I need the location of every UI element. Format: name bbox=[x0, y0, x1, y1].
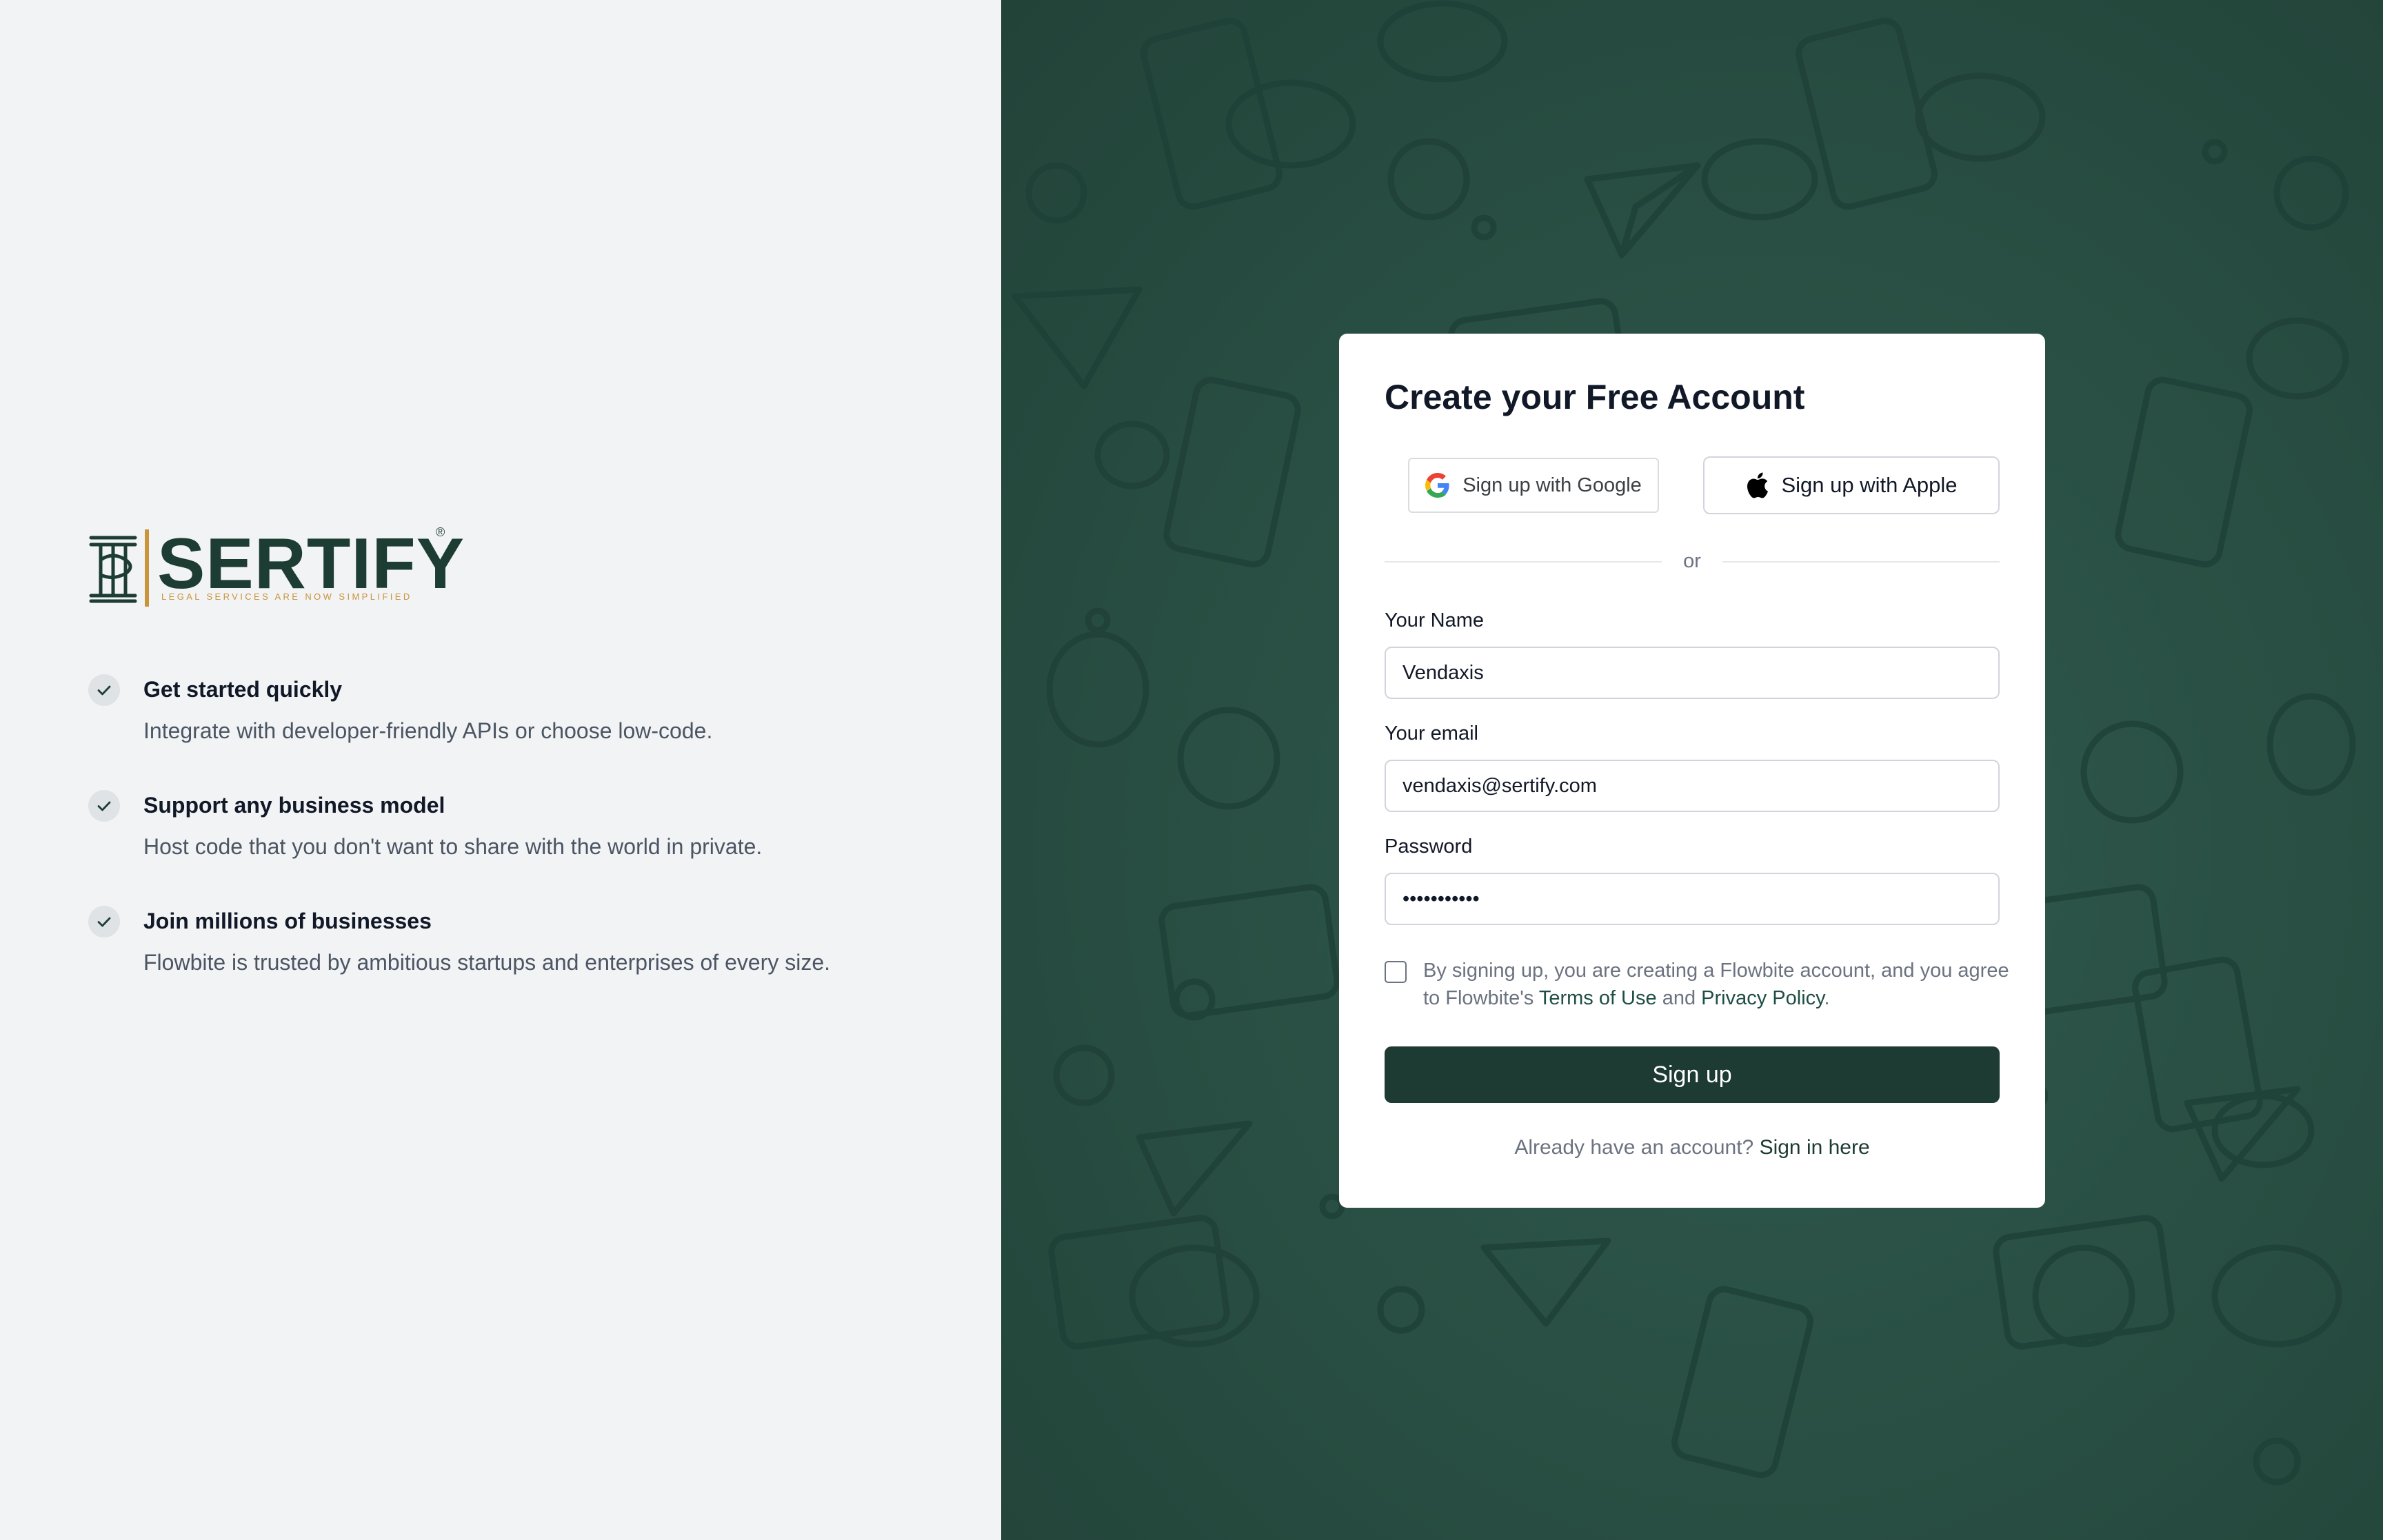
email-input[interactable] bbox=[1385, 760, 2000, 812]
feature-description: Host code that you don't want to share w… bbox=[143, 834, 763, 859]
apple-signup-button[interactable]: Sign up with Apple bbox=[1703, 456, 2000, 514]
terms-suffix: . bbox=[1824, 987, 1830, 1009]
feature-title: Get started quickly bbox=[143, 677, 343, 702]
logo-divider bbox=[145, 529, 149, 607]
feature-title: Join millions of businesses bbox=[143, 909, 432, 933]
apple-icon bbox=[1747, 472, 1769, 498]
email-label: Your email bbox=[1385, 722, 1478, 744]
signin-prompt: Already have an account? bbox=[1514, 1136, 1754, 1159]
signin-prompt-line: Already have an account? Sign in here bbox=[1339, 1135, 2045, 1161]
terms-and: and bbox=[1662, 987, 1696, 1009]
feature-title: Support any business model bbox=[143, 793, 445, 818]
signin-link[interactable]: Sign in here bbox=[1760, 1136, 1870, 1159]
google-signup-button[interactable]: Sign up with Google bbox=[1408, 458, 1659, 513]
signup-card: Create your Free Account Sign up with Go… bbox=[1339, 334, 2045, 1208]
password-input[interactable] bbox=[1385, 873, 2000, 925]
registered-mark: ® bbox=[436, 525, 445, 539]
signup-button[interactable]: Sign up bbox=[1385, 1046, 2000, 1103]
signup-page: SERTIFY ® LEGAL SERVICES ARE NOW SIMPLIF… bbox=[0, 0, 2383, 1540]
terms-checkbox[interactable] bbox=[1385, 961, 1407, 983]
apple-button-label: Sign up with Apple bbox=[1781, 473, 1958, 497]
pillar-logo-icon bbox=[89, 536, 137, 603]
terms-of-use-link[interactable]: Terms of Use bbox=[1539, 987, 1657, 1009]
form-title: Create your Free Account bbox=[1385, 378, 1805, 416]
privacy-policy-link[interactable]: Privacy Policy bbox=[1701, 987, 1824, 1009]
feature-description: Flowbite is trusted by ambitious startup… bbox=[143, 950, 830, 975]
check-icon bbox=[88, 906, 120, 938]
google-button-label: Sign up with Google bbox=[1462, 474, 1642, 496]
brand-tagline: LEGAL SERVICES ARE NOW SIMPLIFIED bbox=[161, 591, 412, 602]
check-icon bbox=[88, 674, 120, 706]
feature-description: Integrate with developer-friendly APIs o… bbox=[143, 718, 713, 743]
divider-line-right bbox=[1722, 561, 2000, 563]
left-panel: SERTIFY ® LEGAL SERVICES ARE NOW SIMPLIF… bbox=[0, 0, 1001, 1540]
name-input[interactable] bbox=[1385, 647, 2000, 699]
check-icon bbox=[88, 790, 120, 822]
brand-logo: SERTIFY ® LEGAL SERVICES ARE NOW SIMPLIF… bbox=[86, 525, 472, 612]
google-icon bbox=[1425, 473, 1449, 498]
password-label: Password bbox=[1385, 835, 1473, 858]
name-label: Your Name bbox=[1385, 609, 1485, 631]
terms-text: By signing up, you are creating a Flowbi… bbox=[1423, 957, 2009, 1012]
